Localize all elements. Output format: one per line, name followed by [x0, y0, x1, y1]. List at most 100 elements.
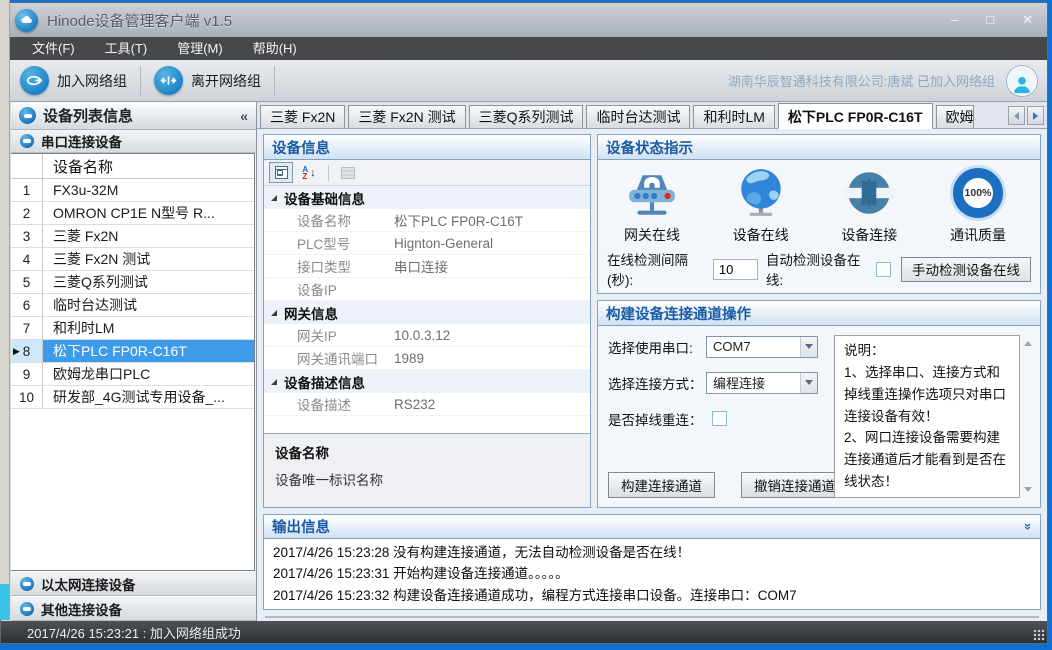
serial-port-select[interactable]: COM7: [706, 336, 818, 358]
dropdown-button[interactable]: [800, 337, 817, 357]
property-pages-button[interactable]: [336, 162, 360, 183]
connect-mode-select[interactable]: 编程连接: [706, 372, 818, 394]
tab-mitsubishi-fx2n-test[interactable]: 三菱 Fx2N 测试: [348, 105, 465, 128]
categorized-icon: [275, 166, 288, 179]
minimize-button[interactable]: –: [951, 12, 958, 28]
maximize-button[interactable]: □: [986, 12, 994, 28]
device-table: 设备名称 1 FX3u-32M 2 OMRON CP1E N型号 R... 3 …: [11, 153, 255, 571]
table-row-selected[interactable]: ▶8 松下PLC FP0R-C16T: [11, 340, 254, 363]
content-bottom-strip: [265, 616, 1039, 618]
categorized-view-button[interactable]: [269, 162, 293, 183]
sort-az-icon: AZ: [302, 166, 308, 180]
device-connect-indicator: 设备连接: [841, 166, 897, 249]
device-list-sidebar: 设备列表信息 « 串口连接设备 设备名称 1 FX3u-32M: [11, 102, 257, 621]
table-row[interactable]: 5 三菱Q系列测试: [11, 271, 254, 294]
table-row[interactable]: 2 OMRON CP1E N型号 R...: [11, 202, 254, 225]
sort-arrow-icon: ↓: [310, 167, 316, 179]
sidebar-header: 设备列表信息 «: [11, 102, 256, 130]
sort-alphabetical-button[interactable]: AZ↓: [297, 162, 321, 183]
property-row[interactable]: 接口类型串口连接: [264, 255, 590, 278]
menu-bar: 文件(F) 工具(T) 管理(M) 帮助(H): [1, 37, 1047, 60]
tab-mitsubishi-fx2n[interactable]: 三菱 Fx2N: [260, 105, 345, 128]
device-online-label: 设备在线: [733, 225, 789, 245]
note-scrollbar[interactable]: [1020, 335, 1036, 498]
quality-value: 100%: [965, 187, 992, 199]
table-row[interactable]: 10 研发部_4G测试专用设备_...: [11, 386, 254, 409]
ethernet-devices-section[interactable]: 以太网连接设备: [11, 571, 256, 596]
user-avatar[interactable]: [1007, 66, 1037, 96]
name-column-header: 设备名称: [43, 154, 254, 178]
log-line: 2017/4/26 15:23:32 构建设备连接通道成功，编程方式连接串口设备…: [273, 585, 1031, 606]
property-category[interactable]: 设备描述信息: [264, 370, 590, 393]
resize-grip-icon[interactable]: [1033, 629, 1045, 641]
description-title: 设备名称: [275, 442, 579, 462]
reconnect-checkbox[interactable]: [712, 411, 727, 426]
company-status-text: 湖南华辰智通科技有限公司:唐斌 已加入网络组: [728, 71, 995, 90]
property-row[interactable]: 设备名称松下PLC FP0R-C16T: [264, 209, 590, 232]
window-title: Hinode设备管理客户端 v1.5: [47, 10, 232, 31]
property-row[interactable]: 设备描述RS232: [264, 393, 590, 416]
output-log-area: 2017/4/26 15:23:28 没有构建连接通道，无法自动检测设备是否在线…: [264, 539, 1040, 609]
table-row[interactable]: 7 和利时LM: [11, 317, 254, 340]
menu-manage[interactable]: 管理(M): [162, 37, 238, 60]
tab-panasonic-fp0r[interactable]: 松下PLC FP0R-C16T: [778, 103, 933, 129]
menu-tools[interactable]: 工具(T): [90, 37, 163, 60]
property-row[interactable]: 网关通讯端口1989: [264, 347, 590, 370]
property-row[interactable]: 网关IP10.0.3.12: [264, 324, 590, 347]
leave-network-label: 离开网络组: [191, 71, 261, 91]
device-table-header: 设备名称: [11, 154, 254, 179]
table-row[interactable]: 9 欧姆龙串口PLC: [11, 363, 254, 386]
table-row[interactable]: 3 三菱 Fx2N: [11, 225, 254, 248]
menu-file[interactable]: 文件(F): [17, 37, 90, 60]
toolbar-separator: [328, 165, 329, 181]
device-online-indicator: 设备在线: [733, 166, 789, 249]
property-category[interactable]: 设备基础信息: [264, 186, 590, 209]
manual-detect-button[interactable]: 手动检测设备在线: [901, 257, 1031, 282]
join-network-button[interactable]: 加入网络组: [7, 60, 140, 101]
other-section-label: 其他连接设备: [41, 599, 122, 619]
note-line: 1、选择串口、连接方式和掉线重连操作选项只对串口连接设备有效！: [844, 362, 1010, 428]
scroll-down-icon: [1024, 487, 1032, 492]
channel-operation-header: 构建设备连接通道操作: [598, 301, 1040, 326]
serial-devices-section[interactable]: 串口连接设备: [11, 130, 256, 153]
sidebar-collapse-button[interactable]: «: [240, 108, 248, 124]
tab-scroll-right-button[interactable]: [1027, 106, 1044, 125]
property-row[interactable]: 设备IP: [264, 278, 590, 301]
ethernet-section-icon: [20, 577, 34, 591]
tab-mitsubishi-q-test[interactable]: 三菱Q系列测试: [469, 105, 584, 128]
property-pages-icon: [341, 167, 355, 179]
gateway-online-label: 网关在线: [624, 225, 680, 245]
table-row[interactable]: 6 临时台达测试: [11, 294, 254, 317]
leave-network-button[interactable]: 离开网络组: [141, 60, 274, 101]
close-button[interactable]: ✕: [1022, 12, 1033, 28]
serial-section-icon: [20, 134, 34, 148]
leave-network-icon: [154, 66, 183, 95]
tab-scroll-left-button[interactable]: [1008, 106, 1025, 125]
device-list-icon: [19, 107, 36, 124]
auto-detect-checkbox[interactable]: [876, 262, 891, 277]
property-grid-toolbar: AZ↓: [264, 160, 590, 186]
table-row[interactable]: 1 FX3u-32M: [11, 179, 254, 202]
table-row[interactable]: 4 三菱 Fx2N 测试: [11, 248, 254, 271]
connect-mode-label: 选择连接方式：: [608, 373, 706, 393]
property-category[interactable]: 网关信息: [264, 301, 590, 324]
log-line: 2017/4/26 15:23:28 没有构建连接通道，无法自动检测设备是否在线…: [273, 542, 1031, 563]
tab-omron-clipped[interactable]: 欧姆龙: [936, 105, 974, 128]
interval-label: 在线检测间隔(秒):: [607, 249, 707, 289]
property-row[interactable]: PLC型号Hignton-General: [264, 232, 590, 255]
device-connect-label: 设备连接: [841, 225, 897, 245]
output-header: 输出信息 »: [264, 515, 1040, 539]
build-channel-button[interactable]: 构建连接通道: [608, 472, 715, 498]
dropdown-button[interactable]: [800, 373, 817, 393]
channel-operation-panel: 构建设备连接通道操作 选择使用串口: COM7: [597, 300, 1041, 508]
menu-help[interactable]: 帮助(H): [238, 37, 312, 60]
output-collapse-button[interactable]: »: [1021, 523, 1036, 530]
other-devices-section[interactable]: 其他连接设备: [11, 596, 256, 621]
title-bar: Hinode设备管理客户端 v1.5 – □ ✕: [1, 3, 1047, 37]
revoke-channel-button[interactable]: 撤销连接通道: [741, 472, 848, 498]
tab-hollysys-lm[interactable]: 和利时LM: [693, 105, 774, 128]
sidebar-title: 设备列表信息: [43, 105, 133, 126]
tab-delta-temp-test[interactable]: 临时台达测试: [586, 105, 690, 128]
interval-input[interactable]: [713, 259, 758, 280]
serial-port-label: 选择使用串口:: [608, 337, 706, 357]
